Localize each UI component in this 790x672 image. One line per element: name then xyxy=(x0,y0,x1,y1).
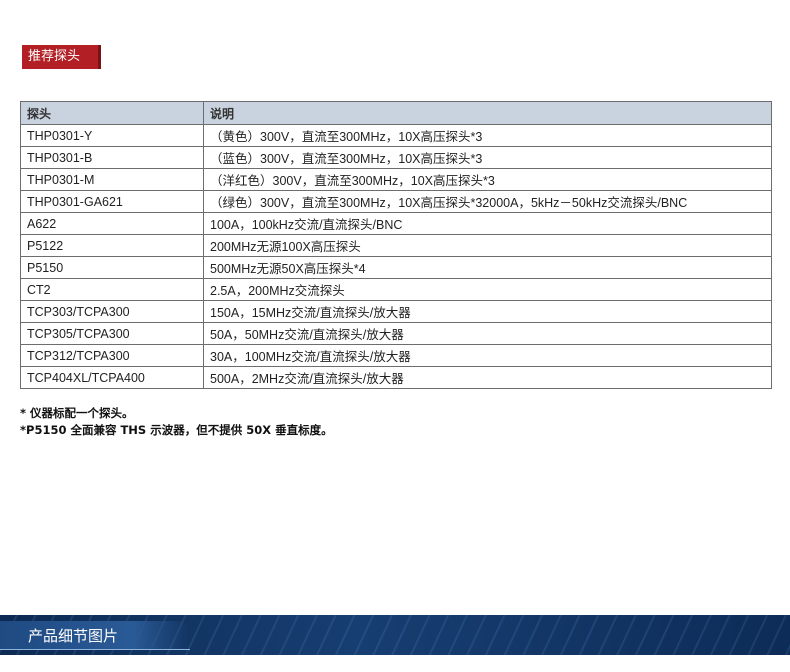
probe-description-cell: 2.5A，200MHz交流探头 xyxy=(203,278,772,301)
probe-description-cell: 150A，15MHz交流/直流探头/放大器 xyxy=(203,300,772,323)
probe-model-cell: TCP404XL/TCPA400 xyxy=(20,366,204,389)
table-row: TCP305/TCPA300 50A，50MHz交流/直流探头/放大器 xyxy=(20,322,772,345)
probe-model-cell: THP0301-M xyxy=(20,168,204,191)
probe-model-cell: TCP303/TCPA300 xyxy=(20,300,204,323)
table-header-row: 探头 说明 xyxy=(20,101,772,125)
table-row: TCP312/TCPA300 30A，100MHz交流/直流探头/放大器 xyxy=(20,344,772,367)
probe-table: 探头 说明 THP0301-Y （黄色）300V，直流至300MHz，10X高压探… xyxy=(20,101,772,389)
footnotes: * 仪器标配一个探头。 *P5150 全面兼容 THS 示波器，但不提供 50X… xyxy=(20,405,333,439)
banner-title-tab: 产品细节图片 xyxy=(0,621,190,650)
probe-model-cell: THP0301-B xyxy=(20,146,204,169)
probe-model-cell: CT2 xyxy=(20,278,204,301)
table-row: TCP404XL/TCPA400 500A，2MHz交流/直流探头/放大器 xyxy=(20,366,772,389)
table-row: THP0301-GA621 （绿色）300V，直流至300MHz，10X高压探头*… xyxy=(20,190,772,213)
probe-description-cell: （黄色）300V，直流至300MHz，10X高压探头*3 xyxy=(203,124,772,147)
probe-description-cell: 100A，100kHz交流/直流探头/BNC xyxy=(203,212,772,235)
probe-model-cell: TCP305/TCPA300 xyxy=(20,322,204,345)
table-row: TCP303/TCPA300 150A，15MHz交流/直流探头/放大器 xyxy=(20,300,772,323)
table-body: THP0301-Y （黄色）300V，直流至300MHz，10X高压探头*3 THP… xyxy=(20,124,772,389)
probe-model-cell: THP0301-Y xyxy=(20,124,204,147)
probe-description-cell: （绿色）300V，直流至300MHz，10X高压探头*32000A，5kHz－5… xyxy=(203,190,772,213)
probe-description-cell: 500MHz无源50X高压探头*4 xyxy=(203,256,772,279)
probe-description-cell: （蓝色）300V，直流至300MHz，10X高压探头*3 xyxy=(203,146,772,169)
table-row: P5150 500MHz无源50X高压探头*4 xyxy=(20,256,772,279)
probe-model-cell: THP0301-GA621 xyxy=(20,190,204,213)
table-row: THP0301-Y （黄色）300V，直流至300MHz，10X高压探头*3 xyxy=(20,124,772,147)
table-row: THP0301-M （洋红色）300V，直流至300MHz，10X高压探头*3 xyxy=(20,168,772,191)
column-header-probe: 探头 xyxy=(20,101,204,125)
probe-model-cell: TCP312/TCPA300 xyxy=(20,344,204,367)
table-row: A622 100A，100kHz交流/直流探头/BNC xyxy=(20,212,772,235)
table-row: CT2 2.5A，200MHz交流探头 xyxy=(20,278,772,301)
probe-model-cell: P5122 xyxy=(20,234,204,257)
probe-description-cell: 200MHz无源100X高压探头 xyxy=(203,234,772,257)
section-title-recommended-probes: 推荐探头 xyxy=(22,45,102,69)
table-row: P5122 200MHz无源100X高压探头 xyxy=(20,234,772,257)
banner-title: 产品细节图片 xyxy=(28,627,119,645)
column-header-description: 说明 xyxy=(203,101,772,125)
probe-description-cell: 50A，50MHz交流/直流探头/放大器 xyxy=(203,322,772,345)
probe-description-cell: 500A，2MHz交流/直流探头/放大器 xyxy=(203,366,772,389)
footnote: * 仪器标配一个探头。 xyxy=(20,406,134,420)
probe-model-cell: P5150 xyxy=(20,256,204,279)
probe-description-cell: （洋红色）300V，直流至300MHz，10X高压探头*3 xyxy=(203,168,772,191)
footnote: *P5150 全面兼容 THS 示波器，但不提供 50X 垂直标度。 xyxy=(20,423,333,437)
probe-description-cell: 30A，100MHz交流/直流探头/放大器 xyxy=(203,344,772,367)
probe-model-cell: A622 xyxy=(20,212,204,235)
table-row: THP0301-B （蓝色）300V，直流至300MHz，10X高压探头*3 xyxy=(20,146,772,169)
product-details-banner: 产品细节图片 xyxy=(0,615,790,655)
